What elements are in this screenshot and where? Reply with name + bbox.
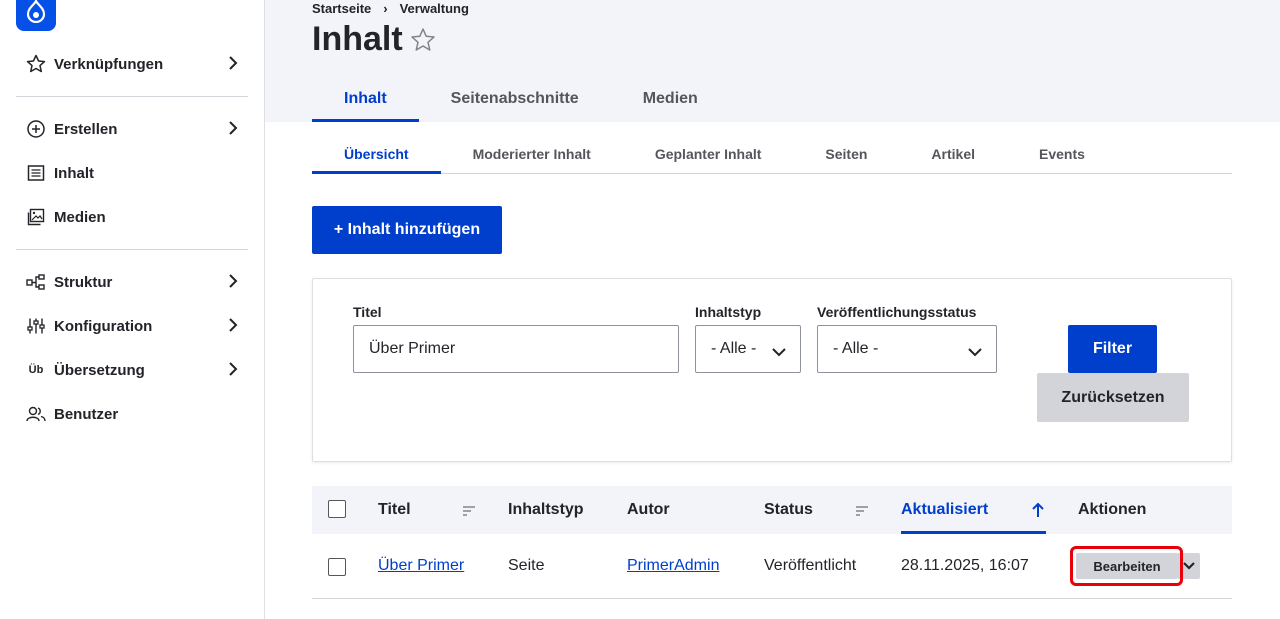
primary-tabs: Inhalt Seitenabschnitte Medien [312, 76, 730, 122]
secondary-tabs: Übersicht Moderierter Inhalt Geplanter I… [312, 134, 1232, 174]
row-select-checkbox[interactable] [328, 558, 346, 576]
chevron-right-icon [228, 120, 238, 140]
tab-medien[interactable]: Medien [611, 76, 730, 122]
sidebar-divider [16, 96, 248, 97]
column-header-status[interactable]: Status [764, 501, 813, 519]
tab-events[interactable]: Events [1007, 134, 1117, 174]
column-header-actions: Aktionen [1078, 501, 1147, 518]
document-list-icon [26, 163, 46, 183]
column-header-type: Inhaltstyp [508, 501, 584, 518]
select-all-checkbox[interactable] [328, 500, 346, 518]
add-content-button[interactable]: + Inhalt hinzufügen [312, 206, 502, 254]
sliders-icon [26, 316, 46, 336]
chevron-down-icon [1183, 557, 1195, 575]
title-filter-input[interactable]: Über Primer [353, 325, 679, 373]
reset-button[interactable]: Zurücksetzen [1037, 373, 1189, 422]
chevron-right-icon [228, 55, 238, 75]
structure-icon [26, 272, 46, 292]
sidebar-divider [16, 249, 248, 250]
sidebar-item-konfiguration[interactable]: Konfiguration [16, 304, 248, 348]
sidebar-item-uebersetzung[interactable]: Üb Übersetzung [16, 348, 248, 392]
chevron-right-icon [228, 273, 238, 293]
type-filter-label: Inhaltstyp [695, 304, 762, 320]
star-icon [26, 54, 46, 74]
status-filter-select[interactable]: - Alle - [817, 325, 997, 373]
row-title-link[interactable]: Über Primer [378, 557, 464, 574]
column-header-updated[interactable]: Aktualisiert [901, 501, 988, 519]
chevron-down-icon [968, 344, 982, 362]
column-header-author: Autor [627, 501, 670, 518]
tab-seitenabschnitte[interactable]: Seitenabschnitte [419, 76, 611, 122]
sidebar-item-label: Medien [54, 208, 106, 226]
tab-artikel[interactable]: Artikel [899, 134, 1007, 174]
sidebar: Verknüpfungen Erstellen Inhalt Medien St… [0, 0, 265, 619]
page-header: Startseite › Verwaltung Inhalt Inhalt Se… [265, 0, 1280, 122]
filter-panel: Titel Über Primer Inhaltstyp - Alle - Ve… [312, 278, 1232, 462]
users-icon [26, 404, 46, 424]
chevron-right-icon [228, 361, 238, 381]
row-title-cell: Über Primer [378, 557, 464, 575]
type-filter-value: - Alle - [711, 340, 757, 357]
plus-circle-icon [26, 119, 46, 139]
column-header-title[interactable]: Titel [378, 501, 411, 519]
sidebar-item-label: Erstellen [54, 120, 118, 138]
image-icon [26, 207, 46, 227]
filter-button[interactable]: Filter [1068, 325, 1157, 373]
breadcrumb-separator: › [383, 1, 388, 16]
breadcrumb-admin-link[interactable]: Verwaltung [400, 1, 469, 16]
status-filter-label: Veröffentlichungsstatus [817, 304, 977, 320]
sort-icon[interactable] [462, 504, 476, 522]
row-type-cell: Seite [508, 557, 545, 574]
sidebar-item-label: Inhalt [54, 164, 94, 182]
sort-icon[interactable] [855, 504, 869, 522]
table-header: Titel Inhaltstyp Autor Status Aktualisie… [312, 486, 1232, 534]
sidebar-item-label: Benutzer [54, 405, 119, 423]
sidebar-item-label: Struktur [54, 273, 113, 291]
chevron-right-icon [228, 317, 238, 337]
tab-geplanter-inhalt[interactable]: Geplanter Inhalt [623, 134, 794, 174]
sidebar-item-inhalt[interactable]: Inhalt [16, 151, 248, 195]
title-filter-label: Titel [353, 304, 382, 320]
sidebar-item-benutzer[interactable]: Benutzer [16, 392, 248, 436]
tab-moderierter-inhalt[interactable]: Moderierter Inhalt [441, 134, 623, 174]
tab-inhalt[interactable]: Inhalt [312, 76, 419, 122]
breadcrumb: Startseite › Verwaltung [312, 1, 469, 16]
type-filter-select[interactable]: - Alle - [695, 325, 801, 373]
translation-icon: Üb [28, 364, 44, 376]
sidebar-item-erstellen[interactable]: Erstellen [16, 107, 248, 151]
page-title: Inhalt [312, 20, 403, 58]
row-author-link[interactable]: PrimerAdmin [627, 557, 719, 574]
drupal-logo-icon[interactable] [16, 0, 56, 31]
tab-seiten[interactable]: Seiten [793, 134, 899, 174]
table-row: Über Primer Seite PrimerAdmin Veröffentl… [312, 534, 1232, 599]
sidebar-item-medien[interactable]: Medien [16, 195, 248, 239]
sidebar-item-label: Übersetzung [54, 361, 145, 379]
edit-button-highlight [1070, 546, 1183, 586]
tab-uebersicht[interactable]: Übersicht [312, 134, 441, 174]
sidebar-item-verknuepfungen[interactable]: Verknüpfungen [16, 42, 248, 86]
row-updated-cell: 28.11.2025, 16:07 [901, 557, 1029, 574]
star-outline-icon[interactable] [410, 27, 436, 58]
chevron-down-icon [772, 344, 786, 362]
arrow-up-icon[interactable] [1032, 502, 1044, 523]
status-filter-value: - Alle - [833, 340, 879, 357]
breadcrumb-home-link[interactable]: Startseite [312, 1, 371, 16]
sidebar-item-label: Konfiguration [54, 317, 153, 335]
row-status-cell: Veröffentlicht [764, 557, 857, 574]
sidebar-item-struktur[interactable]: Struktur [16, 260, 248, 304]
sidebar-item-label: Verknüpfungen [54, 55, 164, 73]
row-author-cell: PrimerAdmin [627, 557, 719, 575]
